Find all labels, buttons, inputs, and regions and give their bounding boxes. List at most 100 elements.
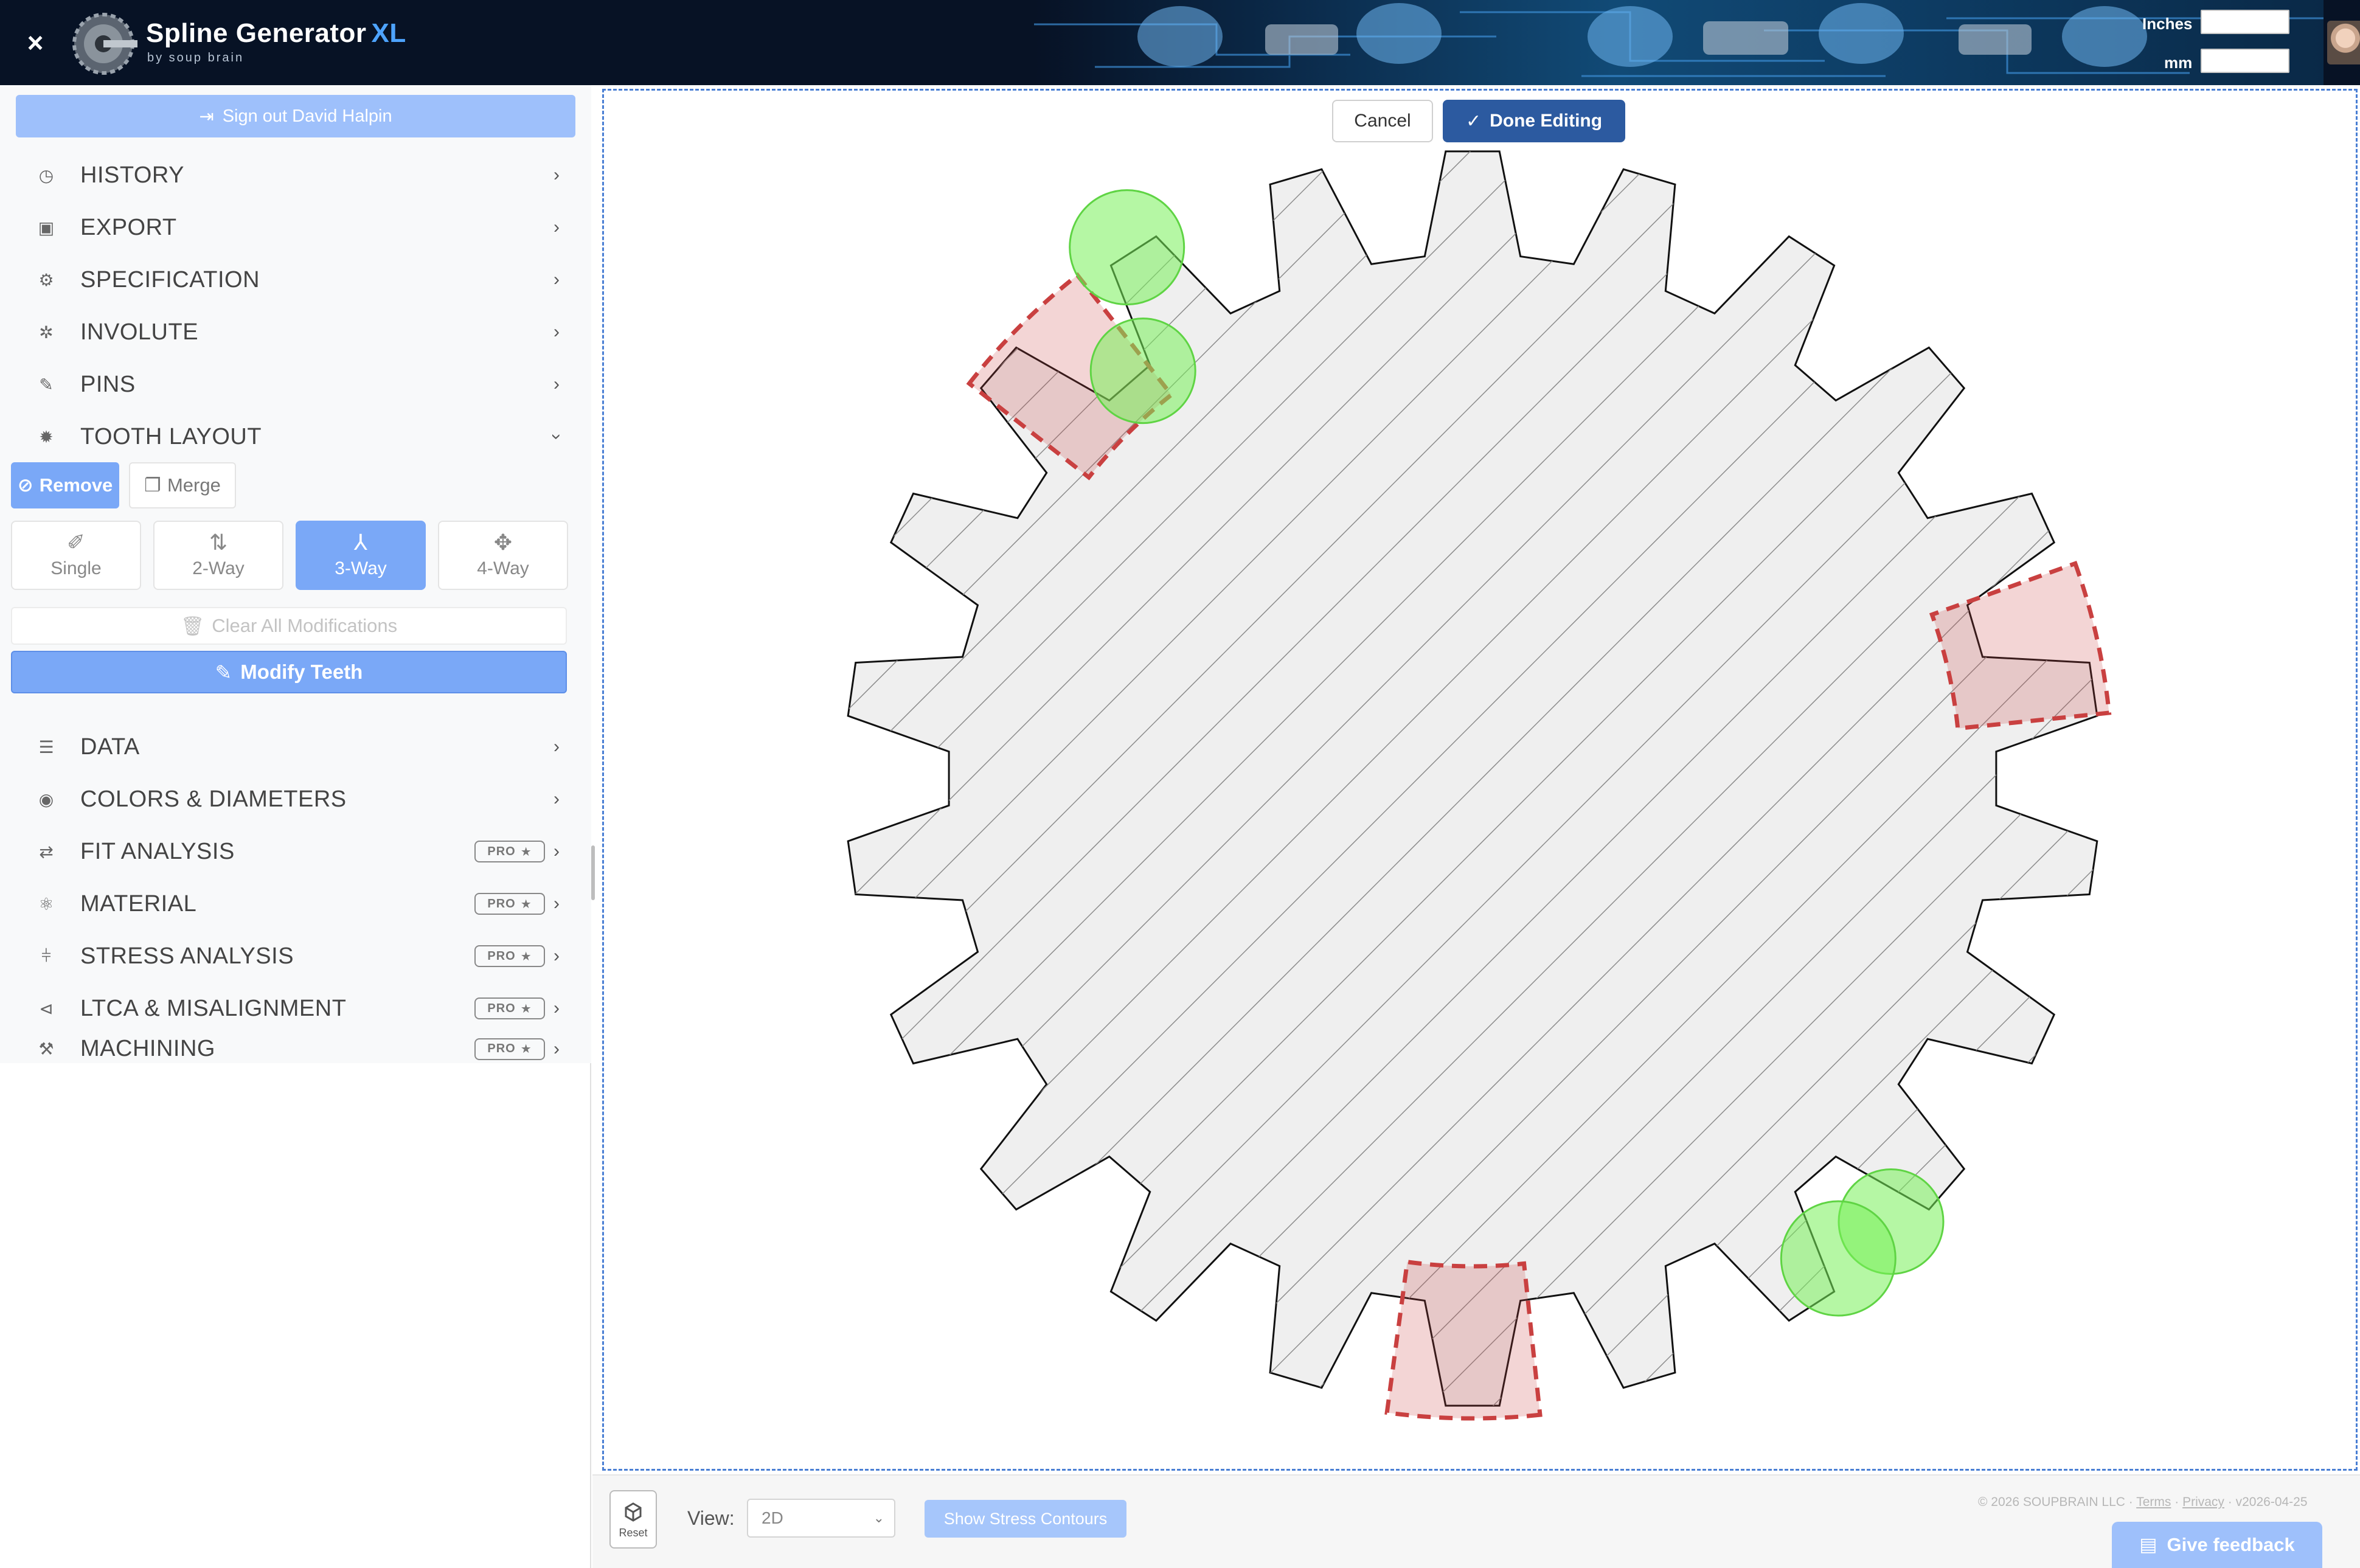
ban-icon: ⊘	[17, 474, 33, 496]
pro-badge: PRO ★	[474, 945, 545, 967]
way-2-button[interactable]: ⇅ 2-Way	[153, 521, 283, 590]
hatch-line	[848, 151, 935, 1406]
menu-item-machining[interactable]: ⚒ MACHINING PRO ★ ›	[0, 1035, 591, 1063]
app-header: × Spline Generator XL by soup brain Inche…	[0, 0, 2360, 85]
pro-badge: PRO ★	[474, 1038, 545, 1060]
close-button[interactable]: ×	[18, 26, 52, 60]
header-banner-art	[1034, 0, 2324, 85]
branch-icon: ⊲	[39, 999, 54, 1018]
hatch-line	[848, 151, 871, 1406]
chevron-right-icon: ›	[554, 217, 560, 237]
footer-legal: © 2026 SOUPBRAIN LLC · Terms · Privacy ·…	[1978, 1495, 2308, 1509]
done-editing-button[interactable]: ✓ Done Editing	[1443, 100, 1625, 142]
cog-icon: ✹	[39, 427, 54, 446]
menu-item-involute[interactable]: ✲ INVOLUTE ›	[0, 306, 591, 358]
menu-item-fit-analysis[interactable]: ⇄ FIT ANALYSIS PRO ★ ›	[0, 825, 591, 878]
chevron-right-icon: ›	[554, 998, 560, 1018]
database-icon: ☰	[38, 737, 54, 757]
sidebar-panel: ⇥ Sign out David Halpin ◷ HISTORY › ▣ EX…	[0, 85, 591, 1063]
chevron-right-icon: ›	[554, 789, 560, 809]
chevron-right-icon: ›	[554, 946, 560, 966]
pro-badge: PRO ★	[474, 997, 545, 1019]
chevron-right-icon: ›	[554, 269, 560, 290]
hatch-line	[2092, 151, 2097, 1406]
pro-badge: PRO ★	[474, 841, 545, 862]
cancel-button[interactable]: Cancel	[1332, 100, 1433, 142]
menu-item-stress-analysis[interactable]: ⫩ STRESS ANALYSIS PRO ★ ›	[0, 930, 591, 982]
chevron-right-icon: ›	[554, 322, 560, 342]
hatch-line	[2157, 91, 2356, 1469]
sign-out-button[interactable]: ⇥ Sign out David Halpin	[16, 95, 575, 137]
merge-tooth-marker[interactable]	[1780, 1200, 1897, 1317]
hatch-line	[604, 91, 807, 1469]
inches-input[interactable]	[2201, 10, 2289, 34]
swap-icon: ⇄	[39, 842, 54, 861]
history-icon: ◷	[38, 165, 54, 185]
way-4-button[interactable]: ✥ 4-Way	[438, 521, 568, 590]
trash-icon: 🗑	[180, 615, 205, 637]
hatch-line	[604, 91, 743, 1469]
merge-tooth-marker[interactable]	[1069, 189, 1185, 306]
gear-drawing[interactable]	[604, 91, 2356, 1469]
dumbbell-icon: ⫩	[41, 946, 52, 965]
clear-all-modifications-button[interactable]: 🗑 Clear All Modifications	[11, 607, 567, 645]
hatch-line	[848, 151, 999, 1406]
star-icon: ★	[520, 897, 532, 911]
menu-item-material[interactable]: ⚛ MATERIAL PRO ★ ›	[0, 878, 591, 930]
view-select[interactable]: 2D ⌄	[747, 1499, 895, 1538]
merge-mode-button[interactable]: ❐ Merge	[129, 462, 236, 508]
check-icon: ✓	[1465, 111, 1482, 131]
pro-badge: PRO ★	[474, 893, 545, 915]
view-label: View:	[687, 1507, 735, 1529]
menu-item-pins[interactable]: ✎ PINS ›	[0, 358, 591, 411]
menu-item-specification[interactable]: ⚙ SPECIFICATION ›	[0, 254, 591, 306]
star-icon: ★	[520, 949, 532, 963]
chevron-down-icon: ›	[547, 434, 567, 440]
app-subtitle: by soup brain	[147, 51, 245, 64]
cube-reset-icon	[625, 1502, 642, 1522]
sidebar-resize-handle[interactable]	[591, 845, 595, 900]
chevron-down-icon: ⌄	[873, 1510, 884, 1525]
star-icon: ★	[520, 845, 532, 859]
hammer-icon: ⚒	[38, 1039, 54, 1058]
remove-mode-button[interactable]: ⊘ Remove	[11, 462, 119, 508]
mm-input[interactable]	[2201, 49, 2289, 73]
merge-tooth-marker[interactable]	[1089, 317, 1196, 425]
privacy-link[interactable]: Privacy	[2182, 1495, 2224, 1509]
mm-label: mm	[2164, 54, 2193, 72]
removed-tooth-marker[interactable]	[1384, 1259, 1543, 1421]
hatch-line	[1965, 151, 2097, 1406]
chevron-right-icon: ›	[554, 841, 560, 861]
give-feedback-button[interactable]: ▤ Give feedback	[2112, 1522, 2322, 1568]
gears-icon: ⚙	[38, 270, 54, 290]
hatch-line	[2029, 151, 2097, 1406]
show-stress-contours-button[interactable]: Show Stress Contours	[925, 1500, 1126, 1538]
palette-icon: ◉	[38, 789, 54, 809]
way-single-button[interactable]: ✐ Single	[11, 521, 141, 590]
terms-link[interactable]: Terms	[2136, 1495, 2171, 1509]
menu-item-data[interactable]: ☰ DATA ›	[0, 721, 591, 773]
chevron-right-icon: ›	[554, 374, 560, 394]
chevron-right-icon: ›	[554, 737, 560, 757]
star-icon: ★	[520, 1002, 532, 1016]
menu-item-tooth-layout[interactable]: ✹ TOOTH LAYOUT ›	[0, 411, 591, 463]
gear-canvas[interactable]	[602, 89, 2358, 1471]
pencil-icon: ✎	[215, 661, 232, 684]
menu-item-history[interactable]: ◷ HISTORY ›	[0, 149, 591, 201]
menu-item-ltca-misalignment[interactable]: ⊲ LTCA & MISALIGNMENT PRO ★ ›	[0, 982, 591, 1035]
user-avatar[interactable]	[2327, 21, 2360, 64]
menu-item-export[interactable]: ▣ EXPORT ›	[0, 201, 591, 254]
app-title: Spline Generator XL	[146, 18, 406, 48]
tooth-single-icon: ✐	[66, 530, 86, 555]
modify-teeth-button[interactable]: ✎ Modify Teeth	[11, 651, 567, 693]
sign-out-icon: ⇥	[199, 106, 214, 127]
inches-label: Inches	[2142, 15, 2193, 33]
sidebar: ⇥ Sign out David Halpin ◷ HISTORY › ▣ EX…	[0, 85, 591, 1568]
menu-item-colors-diameters[interactable]: ◉ COLORS & DIAMETERS ›	[0, 773, 591, 825]
pin-icon: ✎	[39, 375, 54, 394]
gear-logo-icon	[68, 9, 139, 79]
star-icon: ★	[520, 1042, 532, 1056]
way-3-button[interactable]: ⅄ 3-Way	[296, 521, 426, 590]
reset-view-button[interactable]: Reset	[609, 1490, 657, 1549]
arrows-up-down-icon: ⇅	[209, 530, 228, 555]
